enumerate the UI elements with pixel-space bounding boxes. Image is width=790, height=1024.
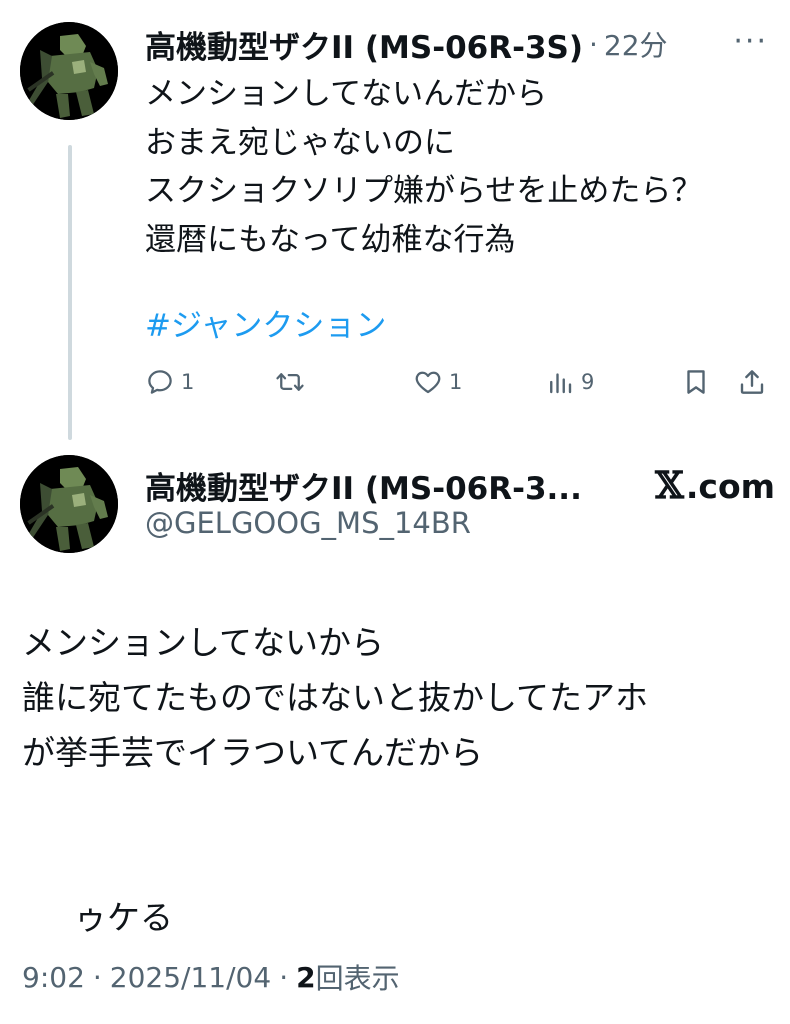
separator: · (589, 27, 598, 61)
user-handle[interactable]: @GELGOOG_MS_14BR (145, 506, 471, 540)
tweet-meta: 9:02 · 2025/11/04 · 2 回表示 (22, 955, 400, 999)
display-name[interactable]: 高機動型ザクII (MS-06R-3... (145, 463, 582, 508)
tweet1-header: 高機動型ザクII (MS-06R-3S) · 22分 ··· (145, 22, 770, 66)
views-icon (550, 373, 572, 394)
zaku-avatar-image (20, 455, 118, 553)
brand-text: .com (685, 467, 775, 506)
tweet-text-line: メンションしてないから (22, 623, 385, 662)
separator: · (92, 960, 102, 994)
retweet-icon (276, 373, 304, 391)
tweet-text-line: スクショクソリプ嫌がらせを止めたら？ (145, 173, 703, 209)
tweet-text-line: メンションしてないんだから (145, 76, 548, 112)
avatar[interactable] (20, 22, 118, 120)
timestamp[interactable]: 22分 (604, 24, 668, 64)
separator: · (279, 960, 289, 994)
thread-line (68, 145, 72, 440)
zaku-avatar-image (20, 22, 118, 120)
reply-icon (148, 370, 172, 394)
view-count-label: 回表示 (315, 962, 400, 995)
views-count: 9 (581, 370, 595, 394)
action-bar: 1 1 9 (145, 360, 775, 404)
post-view: 高機動型ザクII (MS-06R-3S) · 22分 ··· メンションしてない… (0, 0, 790, 1024)
tweet-text-line (22, 780, 782, 835)
views-button[interactable]: 9 (545, 360, 594, 404)
display-name[interactable]: 高機動型ザクII (MS-06R-3S) (145, 22, 583, 67)
tweet2-text: メンションしてないから 誰に宛てたものではないと抜かしてたアホ が挙手芸でイラつ… (22, 615, 782, 945)
tweet1-text: メンションしてないんだから おまえ宛じゃないのに スクショクソリプ嫌がらせを止め… (145, 70, 775, 264)
retweet-button[interactable] (275, 360, 311, 404)
tweet-text-line: 誰に宛てたものではないと抜かしてたアホ (22, 678, 649, 717)
tweet-text-line (22, 835, 782, 890)
bookmark-button[interactable] (681, 360, 711, 404)
like-count: 1 (449, 370, 463, 394)
x-com-watermark: 𝕏.com (655, 463, 775, 507)
bookmark-icon (687, 370, 705, 394)
tweet-text-line: おまえ宛じゃないのに (145, 124, 455, 161)
hashtag-link[interactable]: #ジャンクション (145, 300, 386, 345)
post-time[interactable]: 9:02 (22, 961, 85, 994)
tweet-text-line: 還暦にもなって幼稚な行為 (145, 221, 516, 258)
tweet-text-line: ゥケる (74, 898, 173, 937)
tweet-text-line: が挙手芸でイラついてんだから (22, 733, 484, 772)
reply-count: 1 (181, 370, 195, 394)
like-button[interactable]: 1 (413, 360, 462, 404)
x-logo-icon: 𝕏 (655, 463, 684, 507)
post-date[interactable]: 2025/11/04 (110, 961, 271, 994)
more-options-icon[interactable]: ··· (733, 22, 768, 62)
avatar[interactable] (20, 455, 118, 553)
tweet2-header: 高機動型ザクII (MS-06R-3... 𝕏.com (145, 462, 775, 508)
reply-button[interactable]: 1 (145, 360, 194, 404)
share-icon (740, 370, 764, 394)
view-count: 2 (296, 960, 316, 994)
share-button[interactable] (737, 360, 767, 404)
like-icon (415, 371, 441, 394)
